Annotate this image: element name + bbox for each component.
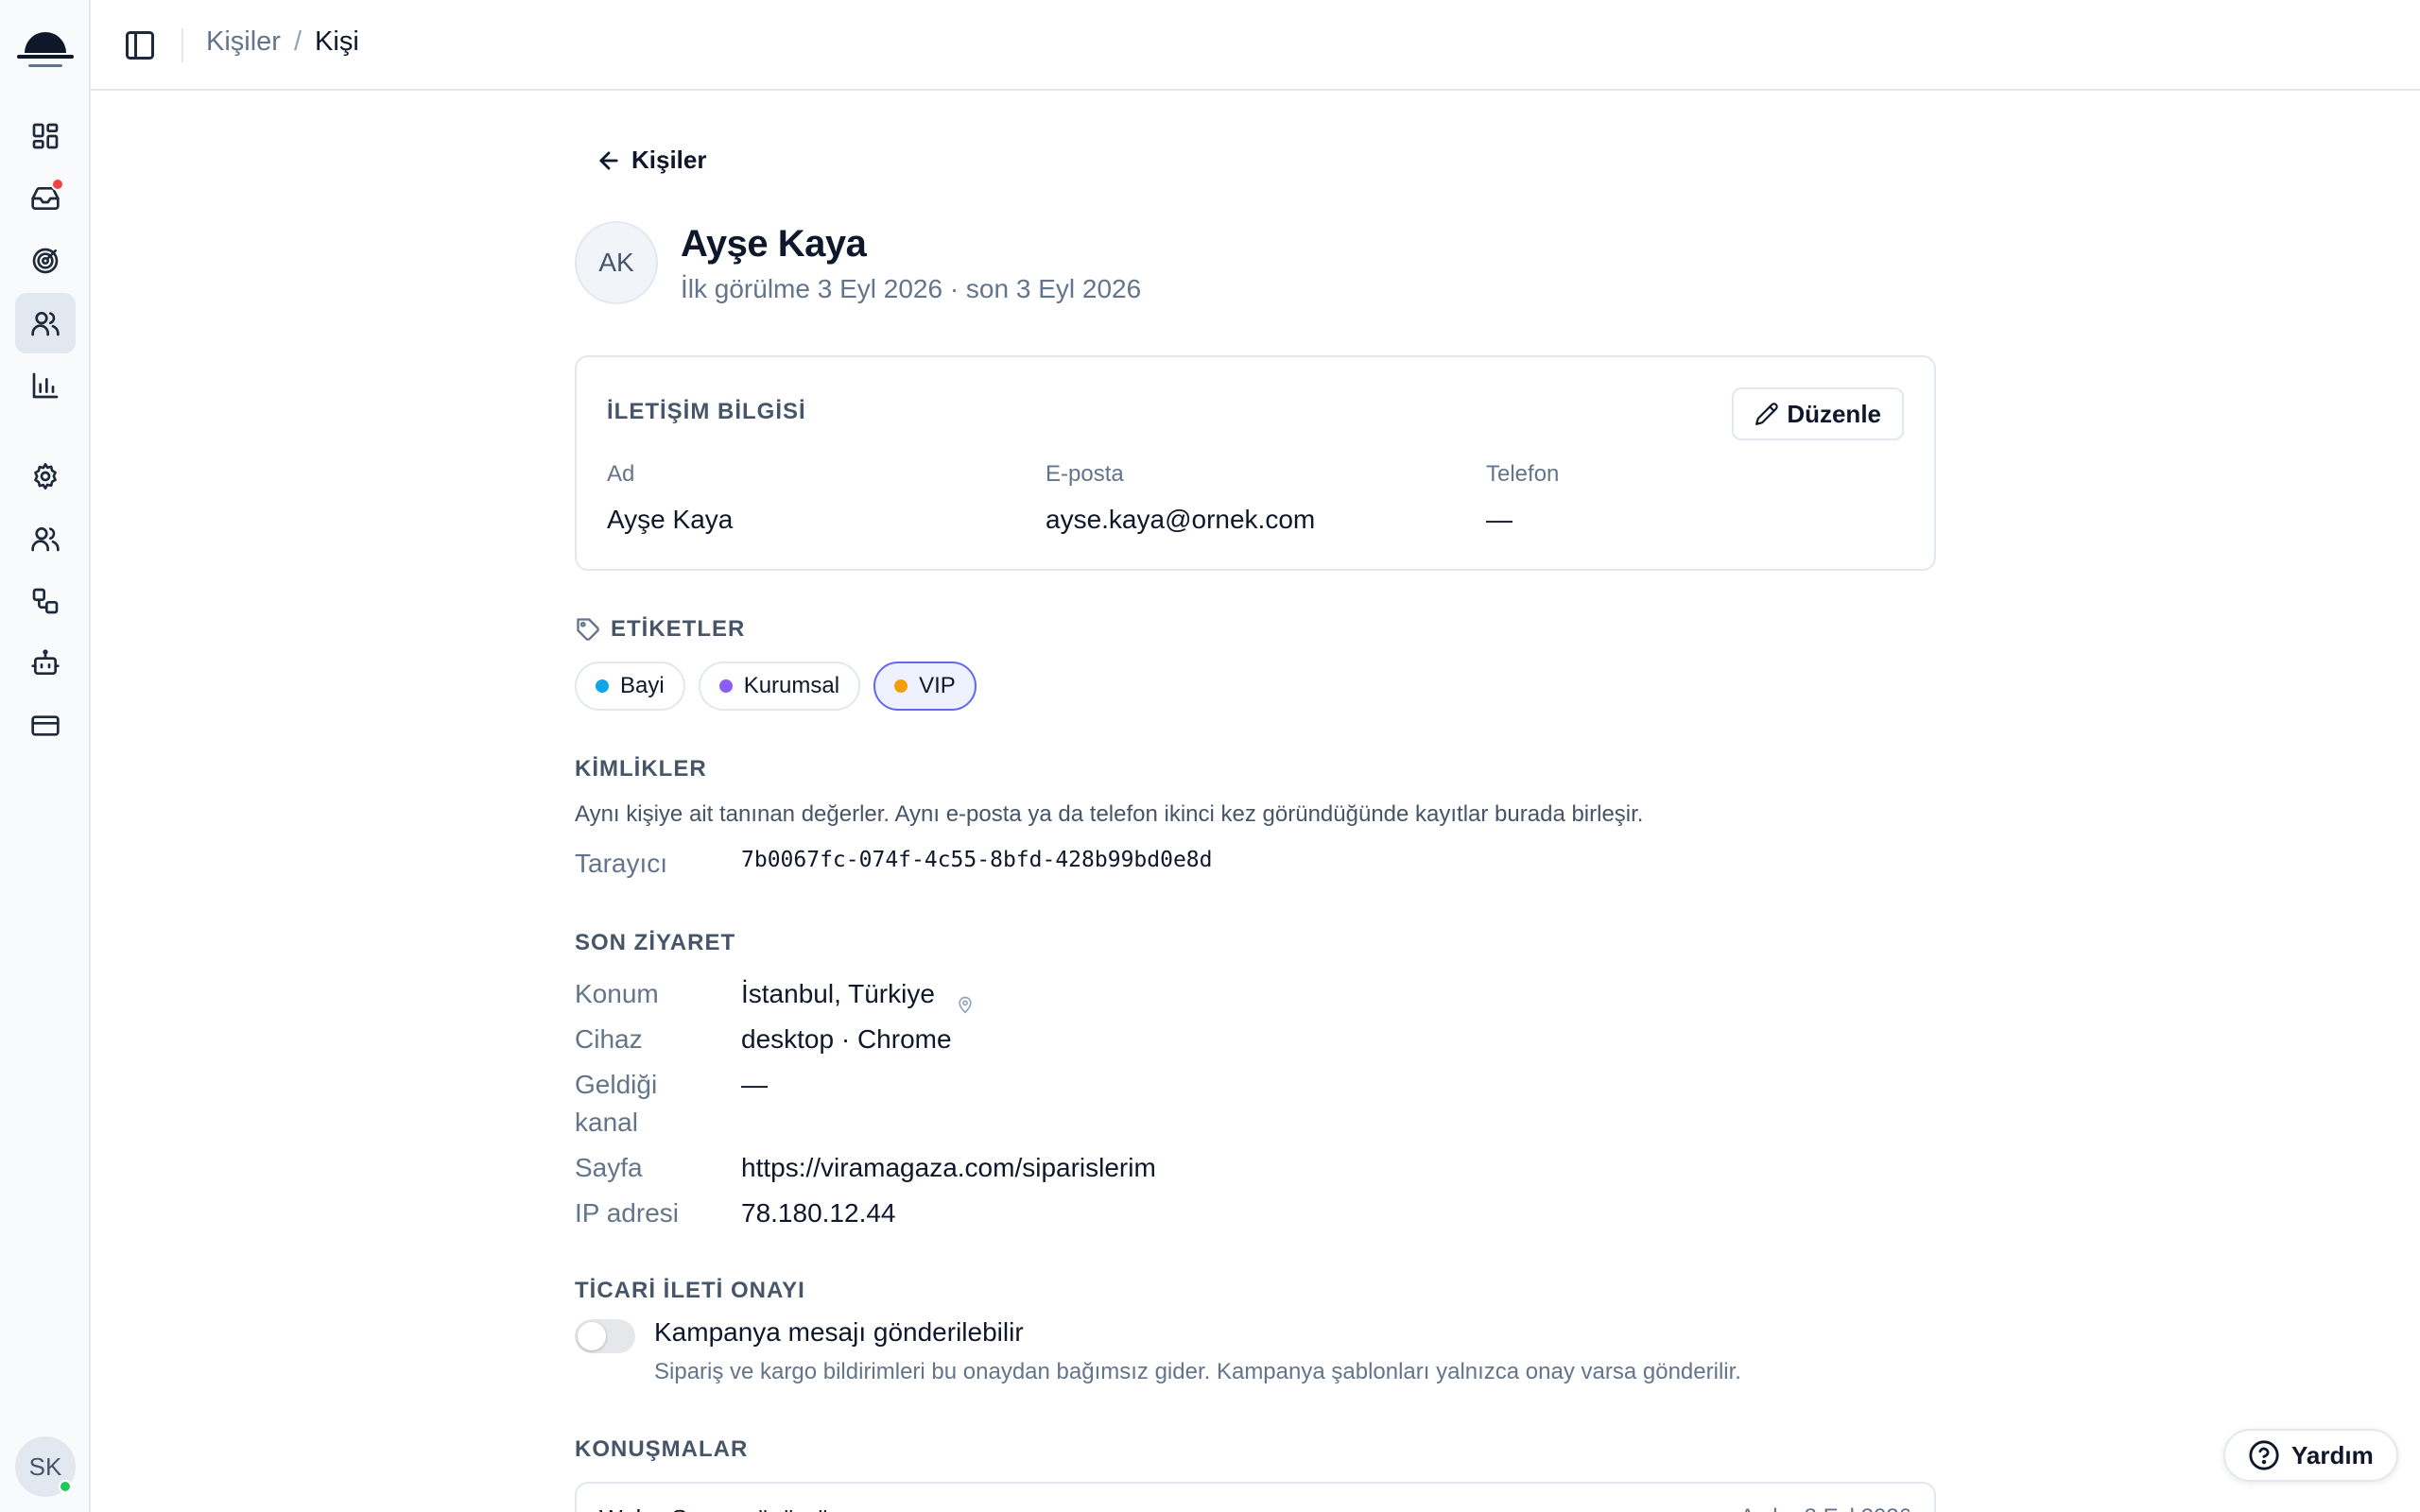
contact-name: Ayşe Kaya bbox=[681, 223, 867, 265]
field-email: E-posta ayse.kaya@ornek.com bbox=[1046, 461, 1315, 535]
field-label: Ad bbox=[607, 461, 635, 487]
location-text: İstanbul, Türkiye bbox=[741, 979, 935, 1008]
arrow-left-icon bbox=[599, 150, 618, 170]
consent-toggle-label: Kampanya mesajı gönderilebilir bbox=[654, 1317, 1024, 1347]
visit-channel-label: Geldiği kanal bbox=[575, 1070, 658, 1137]
tags-header: ETİKETLER bbox=[575, 616, 745, 643]
consent-description: Sipariş ve kargo bildirimleri bu onaydan… bbox=[654, 1359, 1741, 1384]
back-label: Kişiler bbox=[631, 146, 707, 174]
visit-device-value: desktop · Chrome bbox=[741, 1024, 952, 1054]
pencil-icon bbox=[1755, 403, 1779, 425]
tag-label: Kurumsal bbox=[743, 673, 840, 698]
nav-dashboard[interactable] bbox=[15, 106, 76, 166]
users-icon bbox=[31, 312, 60, 336]
tag-kurumsal[interactable]: Kurumsal bbox=[698, 662, 861, 711]
edit-label: Düzenle bbox=[1787, 399, 1881, 428]
visit-ip-label: IP adresi bbox=[575, 1198, 679, 1228]
field-value: — bbox=[1486, 505, 1512, 534]
nav-reports[interactable] bbox=[15, 355, 76, 416]
field-value: ayse.kaya@ornek.com bbox=[1046, 505, 1316, 534]
user-avatar[interactable]: SK bbox=[15, 1436, 76, 1497]
conversation-item[interactable]: Web · Sorun çözümü Açık · 3 Eyl 2026 bbox=[575, 1482, 1936, 1512]
user-initials: SK bbox=[28, 1452, 62, 1481]
visit-device-label: Cihaz bbox=[575, 1024, 643, 1054]
nav-settings[interactable] bbox=[15, 446, 76, 507]
app-logo[interactable] bbox=[13, 17, 78, 74]
visit-page-label: Sayfa bbox=[575, 1153, 643, 1182]
visit-location-label: Konum bbox=[575, 979, 659, 1008]
integrations-icon bbox=[32, 588, 59, 614]
campaign-consent-toggle[interactable] bbox=[575, 1319, 635, 1353]
visit-page-value: https://viramagaza.com/siparislerim bbox=[741, 1153, 1156, 1182]
nav-bots[interactable] bbox=[15, 633, 76, 694]
field-label: E-posta bbox=[1046, 461, 1124, 487]
breadcrumb-separator: / bbox=[293, 26, 302, 57]
tag-color-dot bbox=[596, 679, 609, 693]
nav-billing[interactable] bbox=[15, 696, 76, 756]
help-circle-icon bbox=[2249, 1440, 2279, 1470]
sidebar-panel-icon bbox=[126, 31, 154, 60]
contact-info-card: İLETİŞİM BİLGİSİ Düzenle Ad Ayşe Kaya E-… bbox=[575, 355, 1936, 571]
tag-bayi[interactable]: Bayi bbox=[575, 662, 685, 711]
field-name: Ad Ayşe Kaya bbox=[607, 461, 733, 535]
notification-dot bbox=[51, 178, 64, 191]
nav-contacts[interactable] bbox=[15, 293, 76, 353]
gear-icon bbox=[34, 463, 57, 490]
consent-title: TİCARİ İLETİ ONAYI bbox=[575, 1278, 805, 1303]
sidebar-toggle-button[interactable] bbox=[123, 28, 157, 62]
contact-info-title: İLETİŞİM BİLGİSİ bbox=[607, 399, 806, 424]
target-icon bbox=[32, 248, 59, 274]
edit-button[interactable]: Düzenle bbox=[1732, 387, 1904, 440]
topbar: Kişiler / Kişi bbox=[91, 0, 2420, 91]
topbar-divider bbox=[182, 28, 183, 62]
nav-inbox[interactable] bbox=[15, 168, 76, 229]
visit-ip-value: 78.180.12.44 bbox=[741, 1198, 896, 1228]
visit-location-value: İstanbul, Türkiye bbox=[741, 975, 975, 1014]
tags-title: ETİKETLER bbox=[611, 616, 746, 642]
contact-seen-dates: İlk görülme 3 Eyl 2026 · son 3 Eyl 2026 bbox=[681, 274, 1142, 303]
identities-description: Aynı kişiye ait tanınan değerler. Aynı e… bbox=[575, 801, 1644, 827]
field-value: Ayşe Kaya bbox=[607, 505, 734, 534]
help-label: Yardım bbox=[2291, 1440, 2374, 1469]
contact-avatar: AK bbox=[575, 221, 658, 304]
map-pin-icon[interactable] bbox=[956, 987, 975, 1014]
tag-label: VIP bbox=[919, 673, 956, 698]
credit-card-icon bbox=[31, 715, 60, 736]
conversation-date: Açık · 3 Eyl 2026 bbox=[1740, 1504, 1911, 1512]
tag-vip[interactable]: VIP bbox=[873, 662, 977, 711]
tag-icon bbox=[577, 618, 599, 641]
visit-channel-value: — bbox=[741, 1070, 768, 1099]
nav-team[interactable] bbox=[15, 508, 76, 569]
identity-value: 7b0067fc-074f-4c55-8bfd-428b99bd0e8d bbox=[741, 848, 1213, 872]
sidebar: SK bbox=[0, 0, 91, 1512]
nav-targets[interactable] bbox=[15, 231, 76, 291]
help-button[interactable]: Yardım bbox=[2223, 1429, 2398, 1482]
breadcrumb: Kişiler / Kişi bbox=[206, 26, 359, 58]
bar-chart-icon bbox=[32, 372, 59, 399]
last-visit-title: SON ZİYARET bbox=[575, 930, 736, 955]
field-phone: Telefon — bbox=[1486, 461, 1559, 535]
contact-initials: AK bbox=[598, 248, 634, 277]
field-label: Telefon bbox=[1486, 461, 1560, 487]
bot-icon bbox=[31, 649, 60, 675]
tag-color-dot bbox=[718, 679, 733, 693]
dashboard-icon bbox=[32, 123, 59, 149]
toggle-knob bbox=[578, 1322, 606, 1350]
team-icon bbox=[31, 527, 60, 552]
breadcrumb-contacts-link[interactable]: Kişiler bbox=[206, 26, 281, 58]
tag-color-dot bbox=[894, 679, 908, 693]
identities-title: KİMLİKLER bbox=[575, 756, 707, 782]
identity-label: Tarayıcı bbox=[575, 849, 668, 878]
conversations-title: KONUŞMALAR bbox=[575, 1436, 749, 1462]
tag-label: Bayi bbox=[620, 673, 665, 698]
back-to-contacts-link[interactable]: Kişiler bbox=[596, 146, 707, 175]
online-status-dot bbox=[59, 1480, 72, 1493]
conversation-title: Web · Sorun çözümü bbox=[599, 1504, 830, 1512]
nav-integrations[interactable] bbox=[15, 571, 76, 631]
tag-list: Bayi Kurumsal VIP bbox=[575, 662, 977, 711]
breadcrumb-current: Kişi bbox=[315, 26, 359, 57]
